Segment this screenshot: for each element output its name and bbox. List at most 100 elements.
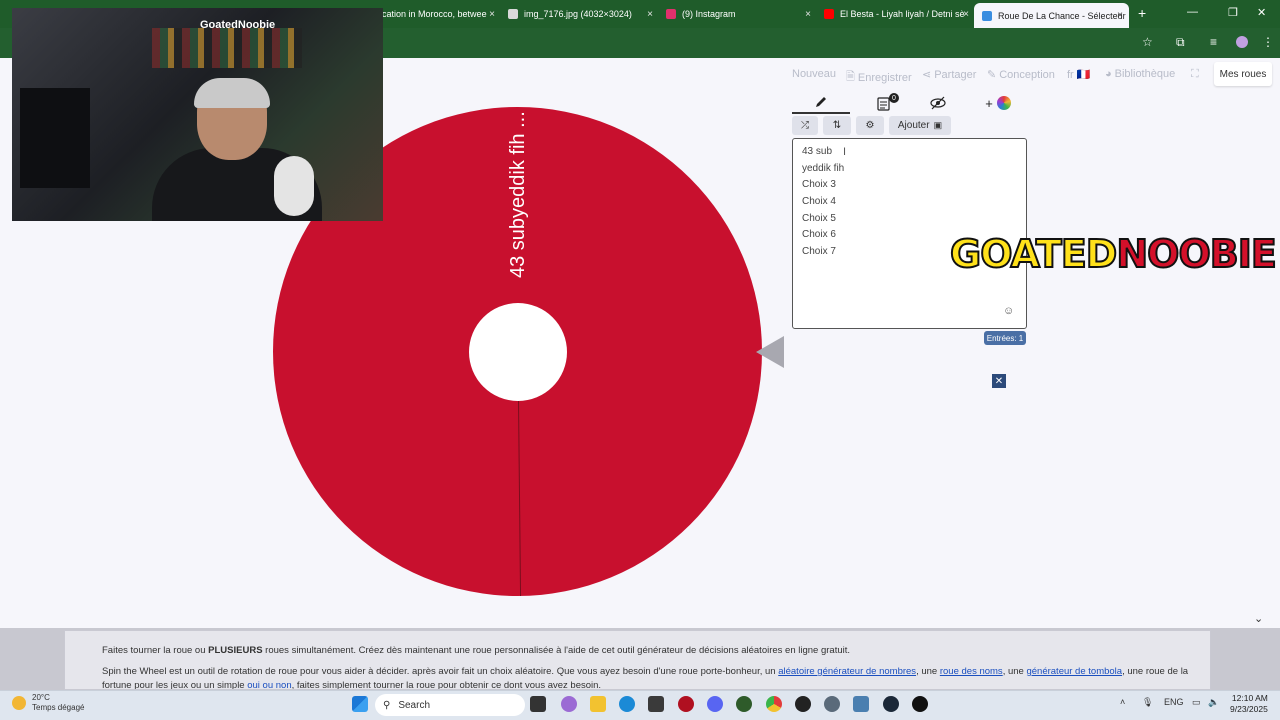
- settings-button[interactable]: ⚙: [856, 116, 884, 135]
- discord-icon[interactable]: [707, 696, 723, 712]
- volume-icon[interactable]: 🔈: [1208, 697, 1219, 708]
- task-view-icon[interactable]: [530, 696, 546, 712]
- tab-favicon-icon: [508, 9, 518, 19]
- streamer-cap: [194, 78, 270, 108]
- close-ad-button[interactable]: ✕: [992, 374, 1006, 388]
- tab-close-icon[interactable]: ×: [963, 9, 969, 20]
- emoji-button[interactable]: ☺: [1003, 305, 1014, 317]
- language-selector[interactable]: fr 🇫🇷: [1067, 68, 1090, 81]
- windows-taskbar: [0, 690, 1280, 720]
- chrome-icon[interactable]: [766, 696, 782, 712]
- image-icon: ▣: [933, 120, 943, 130]
- tray-chevron-icon[interactable]: ˄: [1120, 697, 1125, 707]
- tab-close-icon[interactable]: ×: [805, 9, 811, 20]
- taskbar-clock[interactable]: 12:10 AM 9/23/2025: [1230, 693, 1268, 715]
- shuffle-icon: ⤮: [801, 120, 809, 131]
- tab-close-icon[interactable]: ×: [1117, 10, 1123, 21]
- shuffle-button[interactable]: ⤮: [792, 116, 818, 135]
- language-indicator[interactable]: ENG: [1164, 697, 1184, 707]
- microphone: [274, 156, 314, 216]
- browser-tab[interactable]: img_7176.jpg (4032×3024) ×: [508, 4, 653, 24]
- raffle-generator-link[interactable]: générateur de tombola: [1026, 666, 1122, 677]
- extensions-icon[interactable]: ⧉: [1176, 35, 1185, 50]
- footer-line-1: Faites tourner la roue ou PLUSIEURS roue…: [102, 645, 851, 656]
- app-icon[interactable]: [678, 696, 694, 712]
- search-icon: ⚲: [383, 699, 391, 711]
- microphone-icon[interactable]: 🎙: [1142, 697, 1153, 708]
- minimize-button[interactable]: —: [1187, 6, 1198, 18]
- entry-line: Choix 4: [802, 196, 836, 207]
- yes-no-link[interactable]: oui ou non: [247, 680, 291, 689]
- wheel-segment-label: 43 subyeddik fih ...: [506, 111, 529, 278]
- tab-favicon-icon: [666, 9, 676, 19]
- footer-line-2: Spin the Wheel est un outil de rotation …: [102, 666, 1189, 677]
- settings-icon[interactable]: [824, 696, 840, 712]
- save-icon: 🗎: [846, 71, 855, 83]
- copilot-icon[interactable]: [561, 696, 577, 712]
- tab-add-color[interactable]: +: [978, 92, 1018, 114]
- gear-icon: ⚙: [865, 120, 875, 131]
- save-link[interactable]: 🗎 Enregistrer: [846, 68, 912, 87]
- tab-close-icon[interactable]: ×: [647, 9, 653, 20]
- entry-line: Choix 7: [802, 246, 836, 257]
- design-link[interactable]: ✎ Conception: [987, 68, 1055, 82]
- store-icon[interactable]: [648, 696, 664, 712]
- media-player-icon[interactable]: [912, 696, 928, 712]
- my-wheels-button[interactable]: Mes roues: [1214, 62, 1272, 86]
- obs-icon[interactable]: [795, 696, 811, 712]
- taskbar-search[interactable]: ⚲ Search: [375, 694, 525, 716]
- tab-close-icon[interactable]: ×: [489, 9, 495, 20]
- globe-icon: ◕: [1105, 68, 1112, 80]
- hide-icon: [930, 96, 946, 110]
- share-link[interactable]: ⋖ Partager: [922, 68, 976, 82]
- media-icon[interactable]: ≡: [1210, 35, 1217, 49]
- name-wheel-link[interactable]: roue des noms: [940, 666, 1003, 677]
- entry-line: Choix 6: [802, 229, 836, 240]
- steam-icon[interactable]: [883, 696, 899, 712]
- new-tab-button[interactable]: +: [1138, 5, 1146, 21]
- maximize-button[interactable]: ❐: [1228, 6, 1238, 19]
- chevron-down-icon[interactable]: ⌄: [1254, 612, 1263, 625]
- webcam-overlay: [12, 8, 383, 221]
- close-window-button[interactable]: ✕: [1257, 6, 1266, 19]
- library-link[interactable]: ◕ Bibliothèque: [1105, 68, 1175, 80]
- entries-count-badge: Entrées: 1: [984, 331, 1026, 345]
- menu-icon[interactable]: ⋮: [1262, 35, 1274, 49]
- random-number-link[interactable]: aléatoire générateur de nombres: [778, 666, 916, 677]
- webcam-title: GoatedNoobie: [200, 19, 276, 31]
- text-cursor-icon: I: [843, 146, 847, 158]
- star-icon[interactable]: ☆: [1142, 35, 1153, 49]
- folder-icon[interactable]: [590, 696, 606, 712]
- entry-line: Choix 5: [802, 213, 836, 224]
- entry-line: yeddik fih: [802, 163, 845, 174]
- browser-tab[interactable]: (9) Instagram ×: [666, 4, 811, 24]
- tab-entries[interactable]: [792, 92, 850, 114]
- wheel-pointer-icon: [756, 336, 784, 368]
- profile-icon[interactable]: [1236, 36, 1248, 48]
- entry-line: Choix 3: [802, 179, 836, 190]
- weather-widget[interactable]: 20°C Temps dégagé: [12, 693, 84, 713]
- tab-hidden[interactable]: [918, 92, 958, 114]
- new-wheel-link[interactable]: Nouveau: [792, 68, 836, 80]
- entry-line: 43 sub: [802, 146, 833, 157]
- sort-icon: ⇅: [832, 120, 842, 131]
- add-image-button[interactable]: Ajouter ▣: [889, 116, 951, 135]
- windows-start-icon[interactable]: [352, 696, 368, 712]
- snipping-tool-icon[interactable]: [853, 696, 869, 712]
- tab-favicon-icon: [982, 10, 992, 21]
- streamer-logo: GOATEDNOOBIE: [949, 231, 1278, 277]
- tab-favicon-icon: [824, 9, 834, 19]
- wheel-center[interactable]: [469, 303, 567, 401]
- xbox-icon[interactable]: [736, 696, 752, 712]
- browser-tab[interactable]: El Besta - Liyah liyah / Detni sè ×: [824, 4, 969, 24]
- browser-tab-active[interactable]: Roue De La Chance - Sélecteur ×: [974, 3, 1129, 28]
- tab-results[interactable]: 0: [858, 92, 910, 114]
- edit-icon: [816, 97, 826, 107]
- collectibles-shelf: [152, 28, 302, 68]
- fullscreen-button[interactable]: ⛶: [1191, 68, 1199, 81]
- network-icon[interactable]: ▭: [1192, 697, 1201, 708]
- edge-icon[interactable]: [619, 696, 635, 712]
- plus-icon: +: [985, 95, 993, 111]
- add-color-icon: [996, 96, 1011, 110]
- sort-button[interactable]: ⇅: [823, 116, 851, 135]
